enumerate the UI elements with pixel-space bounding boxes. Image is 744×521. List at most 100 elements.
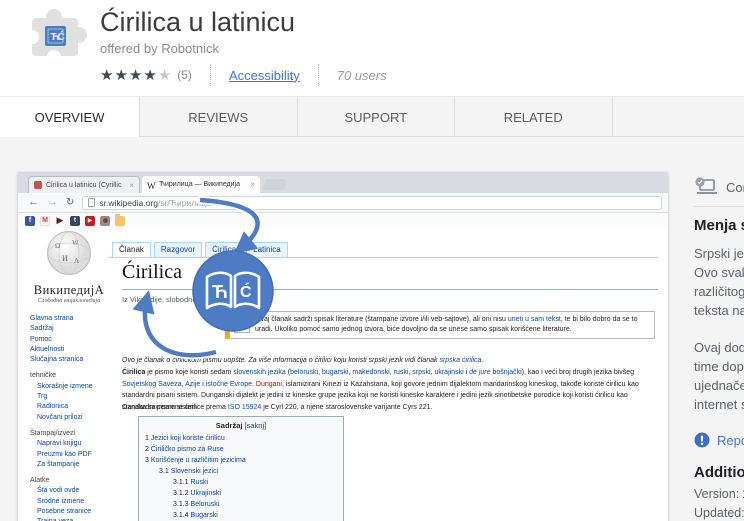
compatible-row: Com <box>694 170 744 204</box>
divider <box>317 64 319 86</box>
wiki-nav-link: Slučajna stranica <box>30 356 84 364</box>
new-tab-button <box>261 179 289 190</box>
wiki-nav-link: Radionica <box>37 403 69 411</box>
wiki-hatnote: Ovo je članak o ćiriličkom pismu uopšte.… <box>122 357 484 364</box>
wikipedia-favicon: W <box>147 180 156 191</box>
wiki-nav-section: tehničke <box>30 372 57 380</box>
url-host: sr.wikipedia.org <box>99 197 158 208</box>
wikipedia-page: Ω W И Λ ВикипедијА Слободна енциклопедиј… <box>18 228 668 521</box>
wiki-tab-razgovor: Razgovor <box>153 242 203 257</box>
toc-item: 3.1.4 Bugarski <box>173 512 218 519</box>
toc-hide-link: [sakrij] <box>244 421 267 430</box>
wiki-nav-link: Novčani prilozi <box>37 413 83 421</box>
reload-icon: ↻ <box>66 196 75 208</box>
tumblr-icon: t <box>70 215 80 226</box>
rating-stars: ★★★★★ <box>100 66 173 84</box>
play-icon: ▶ <box>56 215 64 225</box>
toc-item: 1 Jezici koji koriste ćirilicu <box>145 435 225 442</box>
toc-item: 3.1.2 Ukrajinski <box>173 490 221 497</box>
wiki-paragraph: Oznaka savremene ćirilice prema ISO 1592… <box>122 404 433 411</box>
page-title: Ćirilica u latinicu <box>100 7 296 37</box>
svg-text:Ć: Ć <box>58 30 65 43</box>
wiki-nav-link: Za štampanje <box>37 460 80 468</box>
wiki-tagline: Слободна енциклопедија <box>37 298 101 304</box>
additional-info-heading: Addition <box>694 464 744 481</box>
wiki-nav-link: Šta vodi ovde <box>37 487 80 495</box>
wiki-nav-link: Trg <box>37 393 48 401</box>
wiki-nav-link: Posebne stranice <box>37 508 92 516</box>
toc-item: 2 Ćiriličko pismo za Ruse <box>145 446 224 453</box>
back-icon: ← <box>28 196 39 208</box>
wiki-nav-section: Alatke <box>30 477 50 485</box>
wiki-nav: Glavna strana Sadržaj Pomoć Aktuelnosti … <box>24 314 114 521</box>
sidebar-heading: Menja sr <box>694 217 744 234</box>
wikipedia-globe-logo: Ω W И Λ <box>47 231 91 275</box>
report-icon <box>694 432 710 448</box>
screenshot-card[interactable]: Ćirilica u latinicu (Cyrillic × W Ћирили… <box>18 172 668 521</box>
tab-reviews[interactable]: REVIEWS <box>140 96 298 137</box>
users-count: 70 users <box>336 67 387 83</box>
wiki-notice-text: Ovaj članak sadrži spisak literature (št… <box>255 316 638 333</box>
wiki-tab-cirilica: Ćirilica <box>205 242 244 257</box>
toc-item: 3.1 Slovenski jezici <box>159 468 219 475</box>
divider <box>694 206 744 207</box>
wiki-tab-latinica: Latinica <box>246 242 288 257</box>
page-icon <box>88 198 96 207</box>
browser-tab-wikipedia: W Ћирилица — Википедија × <box>142 176 260 193</box>
svg-text:W: W <box>72 239 79 247</box>
close-icon: × <box>129 180 134 190</box>
bookmarks-bar: f M ▶ t ▶ <box>18 213 668 228</box>
browser-tabstrip: Ćirilica u latinicu (Cyrillic × W Ћирили… <box>18 172 668 193</box>
updated-row: Updated: <box>694 505 744 520</box>
category-link[interactable]: Accessibility <box>229 68 300 83</box>
laptop-check-icon <box>695 177 717 194</box>
gmail-icon: M <box>40 215 50 226</box>
divider <box>209 64 211 86</box>
youtube-icon: ▶ <box>85 215 95 226</box>
svg-text:И: И <box>62 254 68 263</box>
divider <box>108 257 658 258</box>
wiki-sidebar: Ω W И Λ ВикипедијА Слободна енциклопедиј… <box>24 230 114 521</box>
browser-tab-extension: Ćirilica u latinicu (Cyrillic × <box>28 176 140 193</box>
wiki-site-subtitle: Iz Vikipedije, slobodne enciklopedije <box>122 295 242 304</box>
browser-toolbar: ← → ↻ sr.wikipedia.org /sr/Ћирилица <box>18 193 668 213</box>
wiki-nav-link: Aktuelnosti <box>30 345 65 353</box>
extension-favicon <box>34 181 42 189</box>
rating-count: (5) <box>177 68 192 82</box>
folder-icon <box>115 213 125 226</box>
wiki-nav-section: Štampaj/izvezi <box>30 429 76 437</box>
facebook-icon: f <box>25 215 35 226</box>
report-abuse-link[interactable]: Repo <box>694 432 744 448</box>
wiki-toc: Sadržaj [sakrij] 1 Jezici koji koriste ć… <box>138 416 344 521</box>
tab-related[interactable]: RELATED <box>455 96 613 137</box>
extension-puzzle-icon: Ћ Ć <box>24 4 88 64</box>
version-row: Version: 1 <box>694 487 744 501</box>
question-icon: ? <box>234 317 250 333</box>
wiki-wordmark: ВикипедијА <box>33 283 105 297</box>
toc-item: 3 Korišćenje u različitim jezicima <box>145 457 246 464</box>
wiki-nav-link: Trajna veza <box>30 517 114 521</box>
divider <box>122 289 658 290</box>
url-path: /sr/Ћирилица <box>157 197 211 208</box>
toc-item: 3.1.1 Ruski <box>173 479 209 486</box>
tab-support[interactable]: SUPPORT <box>297 96 455 137</box>
wiki-nav-link: Srodne izmene <box>37 497 85 505</box>
forward-icon: → <box>47 196 58 208</box>
wiki-tab-clanak: Članak <box>112 242 151 257</box>
additional-info-details: Version: 1 Updated: Size: 14.7 Language <box>694 485 744 521</box>
close-icon: × <box>250 180 255 189</box>
description-paragraph: Srpski jezi Ovo svaka različitog j tekst… <box>694 246 744 318</box>
toc-title: Sadržaj <box>215 421 243 430</box>
store-header: Ћ Ć Ćirilica u latinicu offered by Robot… <box>0 0 744 96</box>
svg-text:Ω: Ω <box>55 242 60 250</box>
address-bar: sr.wikipedia.org /sr/Ћирилица <box>82 195 662 210</box>
camera-icon <box>100 215 110 226</box>
tab-overview[interactable]: OVERVIEW <box>0 96 140 138</box>
store-tabbar: OVERVIEW REVIEWS SUPPORT RELATED <box>0 96 744 138</box>
wiki-nav-link: Preuzmi kao PDF <box>37 450 92 458</box>
wiki-nav-link: Pomoć <box>30 335 52 343</box>
wiki-nav-link: Glavna strana <box>30 315 74 322</box>
offered-by: offered by Robotnick <box>100 41 219 56</box>
description-paragraph: Ovaj doda time dopr ujednačen internet s <box>694 340 744 412</box>
wiki-nav-link: Napravi knjigu <box>37 440 82 448</box>
